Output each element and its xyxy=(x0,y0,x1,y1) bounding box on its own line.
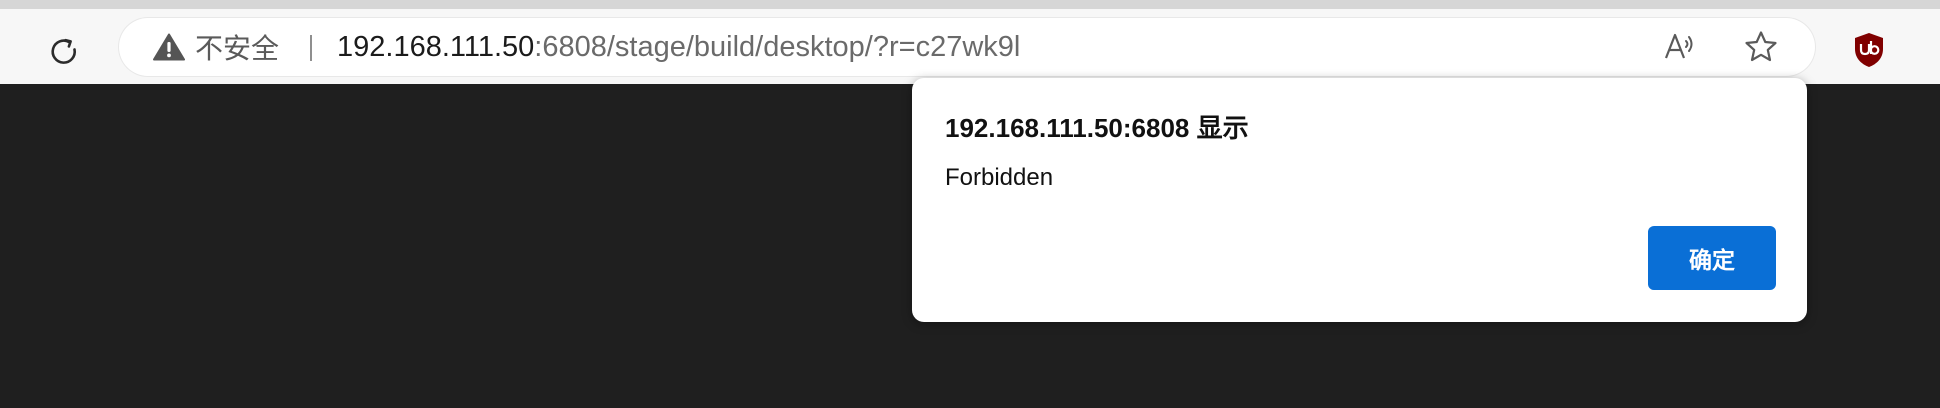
ublock-extension-button[interactable] xyxy=(1852,31,1888,71)
address-bar[interactable]: 不安全 192.168.111.50:6808/stage/build/desk… xyxy=(119,18,1815,76)
read-aloud-button[interactable] xyxy=(1663,29,1699,65)
dialog-message: Forbidden xyxy=(945,164,1054,191)
url-host: 192.168.111.50 xyxy=(337,31,535,63)
security-label: 不安全 xyxy=(195,33,280,64)
read-aloud-icon xyxy=(1664,33,1693,59)
alert-dialog: 192.168.111.50:6808 显示 Forbidden 确定 xyxy=(912,78,1807,322)
browser-toolbar: 不安全 192.168.111.50:6808/stage/build/desk… xyxy=(0,9,1940,84)
address-separator xyxy=(310,35,312,61)
ublock-origin-icon xyxy=(1855,33,1883,67)
star-icon xyxy=(1745,31,1777,62)
warning-icon xyxy=(153,33,185,61)
dialog-title: 192.168.111.50:6808 显示 xyxy=(945,113,1249,143)
url-path: :6808/stage/build/desktop/?r=c27wk9l xyxy=(534,31,1021,63)
reload-button[interactable] xyxy=(40,27,88,75)
confirm-button[interactable]: 确定 xyxy=(1648,226,1776,290)
window-top-strip xyxy=(0,0,1940,9)
favorite-button[interactable] xyxy=(1743,29,1779,65)
url-text[interactable]: 192.168.111.50:6808/stage/build/desktop/… xyxy=(337,18,1020,76)
site-security-indicator[interactable]: 不安全 xyxy=(153,18,279,76)
reload-icon xyxy=(51,38,76,64)
